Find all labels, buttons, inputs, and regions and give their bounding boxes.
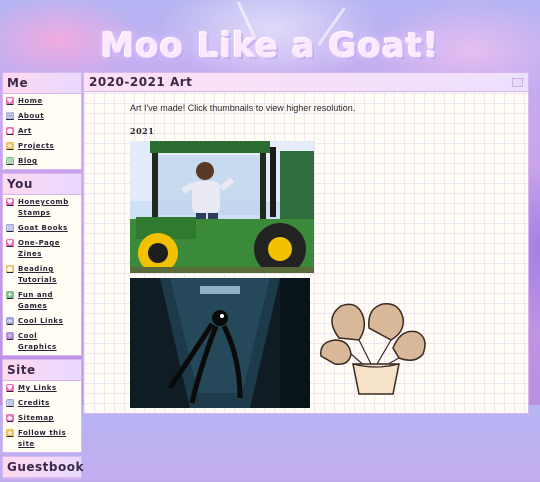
content-panel: 2020-2021 Art Art I've made! Click thumb…	[83, 72, 529, 414]
monstera-illustration	[320, 303, 426, 395]
hallway-illustration	[130, 278, 310, 408]
sidebar-item-follow-this-site[interactable]: ★ Follow this site	[3, 426, 81, 452]
sparkle-icon: ✧	[6, 332, 14, 340]
sidebar-item-art[interactable]: ● Art	[3, 124, 81, 139]
artwork-thumbnail-monstera[interactable]	[319, 298, 429, 398]
page-title: 2020-2021 Art	[89, 75, 193, 89]
sidebar-section-site: Site ♥ My Links ▤ Credits ◆ Sitemap ★ Follow…	[2, 359, 82, 453]
artwork-thumbnail-tractor[interactable]	[130, 141, 314, 273]
sidebar-item-projects[interactable]: ★ Projects	[3, 139, 81, 154]
sidebar-section-you: You ♥ Honeycomb Stamps ▤ Goat Books ♥ One-P…	[2, 173, 82, 356]
bead-icon: ●	[6, 265, 14, 273]
sidebar-item-fun-and-games[interactable]: ✦ Fun and Games	[3, 288, 81, 314]
sidebar-nav: Me ♥ Home ☺ About ● Art ★ Projects ▤ Blog You…	[2, 72, 83, 482]
heart-icon: ♥	[6, 97, 14, 105]
sidebar-section-guestbook: Guestbook	[2, 456, 83, 479]
sidebar-item-beading-tutorials[interactable]: ● Beading Tutorials	[3, 262, 81, 288]
sidebar-item-credits[interactable]: ▤ Credits	[3, 396, 81, 411]
tractor-illustration	[130, 141, 314, 273]
sidebar-section-me: Me ♥ Home ☺ About ● Art ★ Projects ▤ Blog	[2, 72, 82, 170]
sidebar-item-blog[interactable]: ▤ Blog	[3, 154, 81, 169]
sidebar-item-goat-books[interactable]: ▤ Goat Books	[3, 221, 81, 236]
palette-icon: ●	[6, 127, 14, 135]
panel-header: 2020-2021 Art	[84, 73, 528, 92]
note-icon: ▤	[6, 399, 14, 407]
heart-icon: ♥	[6, 239, 14, 247]
sidebar-item-about[interactable]: ☺ About	[3, 109, 81, 124]
sidebar-item-home[interactable]: ♥ Home	[3, 94, 81, 109]
game-icon: ✦	[6, 291, 14, 299]
map-icon: ◆	[6, 414, 14, 422]
book-icon: ▤	[6, 224, 14, 232]
follow-icon: ★	[6, 429, 14, 437]
sidebar-item-sitemap[interactable]: ◆ Sitemap	[3, 411, 81, 426]
sidebar-item-cool-graphics[interactable]: ✧ Cool Graphics	[3, 329, 81, 355]
star-icon: ★	[6, 142, 14, 150]
heart-icon: ♥	[6, 384, 14, 392]
sidebar-heading: You	[3, 174, 81, 195]
sidebar-item-cool-links[interactable]: ∞ Cool Links	[3, 314, 81, 329]
year-heading: 2021	[130, 126, 155, 136]
sidebar-item-honeycomb-stamps[interactable]: ♥ Honeycomb Stamps	[3, 195, 81, 221]
site-title[interactable]: Moo Like a Goat!	[100, 26, 440, 66]
sidebar-heading: Site	[3, 360, 81, 381]
window-icon	[512, 77, 523, 87]
heart-icon: ♥	[6, 198, 14, 206]
sidebar-heading: Me	[3, 73, 81, 94]
sidebar-item-one-page-zines[interactable]: ♥ One-Page Zines	[3, 236, 81, 262]
artwork-thumbnail-hallway[interactable]	[130, 278, 310, 408]
book-icon: ▤	[6, 157, 14, 165]
sidebar-heading[interactable]: Guestbook	[3, 457, 83, 478]
sidebar-item-my-links[interactable]: ♥ My Links	[3, 381, 81, 396]
link-icon: ∞	[6, 317, 14, 325]
intro-text: Art I've made! Click thumbnails to view …	[130, 103, 356, 113]
goat-icon: ☺	[6, 112, 14, 120]
